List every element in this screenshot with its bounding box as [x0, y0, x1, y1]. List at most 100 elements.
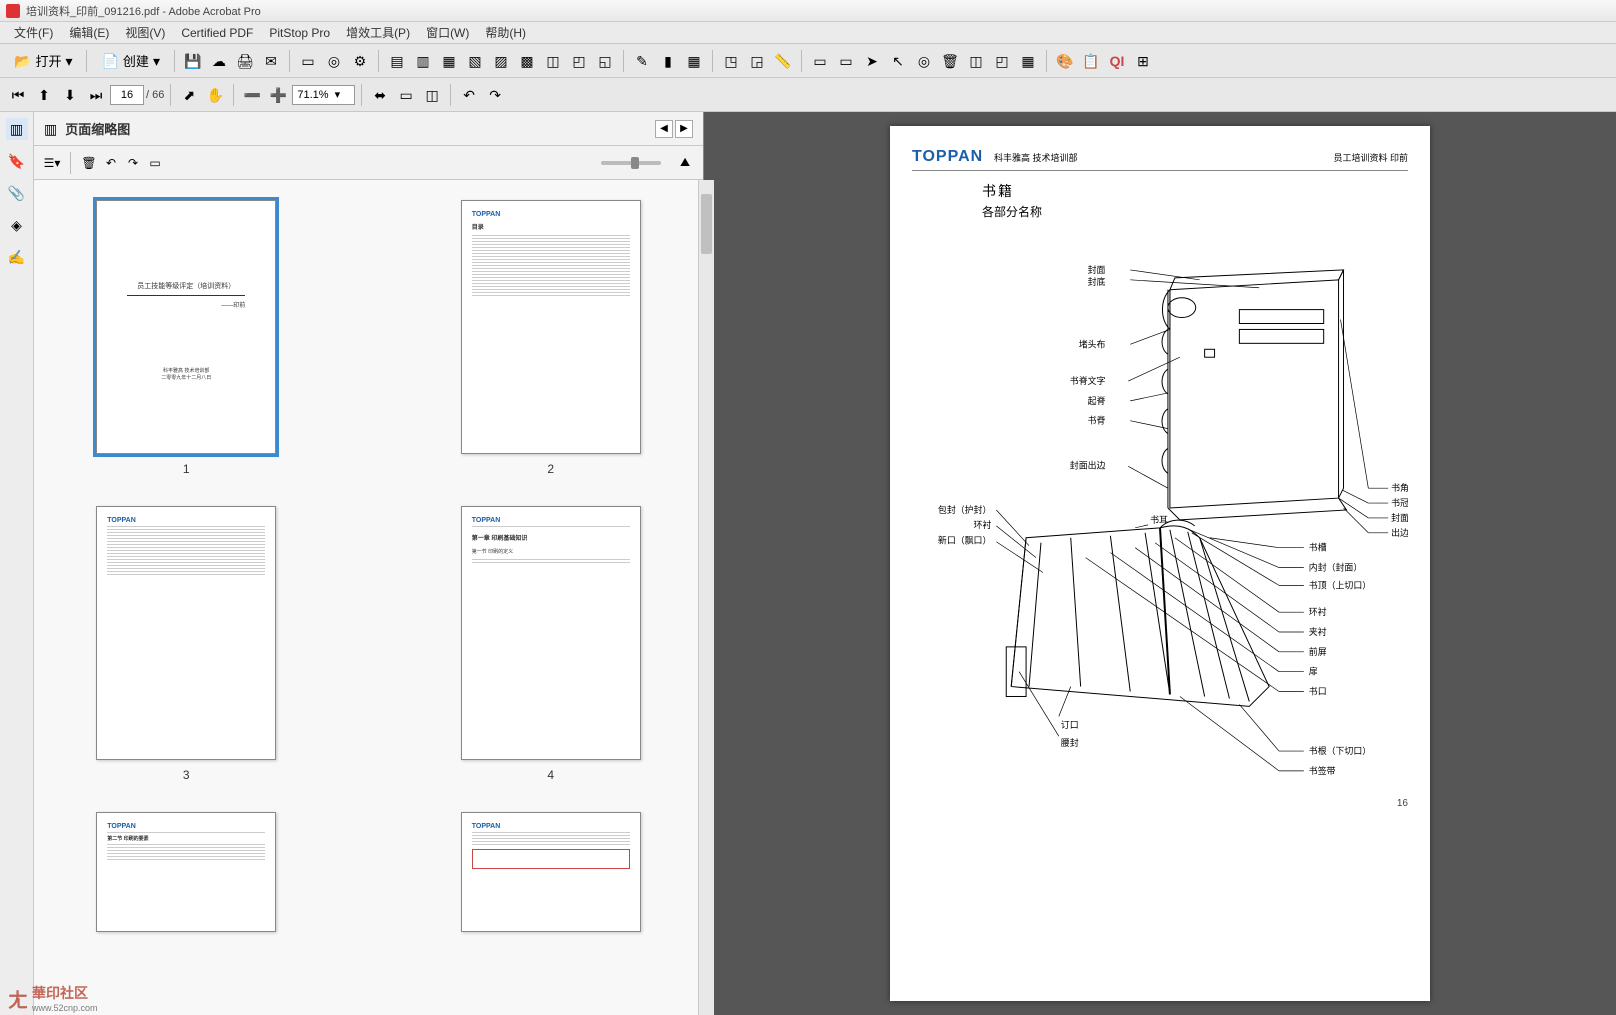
thumb-view-button[interactable]: ⛰ [677, 155, 693, 171]
thumbnail-size-slider[interactable] [601, 161, 661, 165]
scrollbar-thumb[interactable] [701, 194, 712, 254]
tool-btn-25[interactable]: ◫ [964, 49, 988, 73]
tool-btn-14[interactable]: ▮ [656, 49, 680, 73]
create-button[interactable]: 📄创建▾ [93, 48, 167, 73]
thumbnails-scroll[interactable]: 员工技能等级评定（培训资料） ——印前 科丰雅高 技术培训部 二零零九年十二月八… [34, 180, 703, 1015]
undo-icon: ↶ [463, 88, 475, 102]
tool-btn-12[interactable]: ◱ [593, 49, 617, 73]
open-button[interactable]: 📂打开▾ [6, 48, 80, 73]
thumbnail-item[interactable]: TOPPAN 第二节 印刷的要素 [54, 812, 319, 932]
tool-btn-21[interactable]: ➤ [860, 49, 884, 73]
tool-btn-20[interactable]: ▭ [834, 49, 858, 73]
tool-btn-9[interactable]: ▩ [515, 49, 539, 73]
delete-page-button[interactable]: 🗑 [81, 155, 97, 171]
thumbnail-page-3[interactable]: TOPPAN [96, 506, 276, 760]
two-page-button[interactable]: ◫ [420, 83, 444, 107]
grid-icon: ▦ [687, 54, 700, 68]
undo-button[interactable]: ↶ [457, 83, 481, 107]
thumbnail-page-6[interactable]: TOPPAN [461, 812, 641, 932]
thumbnail-item[interactable]: 员工技能等级评定（培训资料） ——印前 科丰雅高 技术培训部 二零零九年十二月八… [54, 200, 319, 476]
bookmarks-tab[interactable]: 🔖 [6, 150, 28, 172]
tool-btn-26[interactable]: ◰ [990, 49, 1014, 73]
tool-btn-28[interactable]: 🎨 [1053, 49, 1077, 73]
tool-btn-13[interactable]: ✎ [630, 49, 654, 73]
panel-prev-button[interactable]: ◀ [655, 120, 673, 138]
next-page-button[interactable]: ⬇ [58, 83, 82, 107]
select-tool-button[interactable]: ⬈ [177, 83, 201, 107]
svg-text:扉: 扉 [1309, 666, 1318, 677]
layers-tab[interactable]: ◈ [6, 214, 28, 236]
tool-icon: ▭ [813, 54, 826, 68]
first-page-button[interactable]: ⏮ [6, 83, 30, 107]
thumbnail-item[interactable]: TOPPAN 目录 2 [419, 200, 684, 476]
document-viewer[interactable]: TOPPAN 科丰雅高 技术培训部 员工培训资料 印前 书籍 各部分名称 [704, 112, 1616, 1015]
thumbnails-toolbar: ☰▾ 🗑 ↶ ↷ ▭ ⛰ [34, 146, 703, 180]
thumbnail-page-5[interactable]: TOPPAN 第二节 印刷的要素 [96, 812, 276, 932]
tool-btn-11[interactable]: ◰ [567, 49, 591, 73]
tool-btn-31[interactable]: ⊞ [1131, 49, 1155, 73]
thumbnails-scrollbar[interactable] [698, 180, 714, 1015]
tool-btn-6[interactable]: ▦ [437, 49, 461, 73]
zoom-in-button[interactable]: ➕ [266, 83, 290, 107]
tool-btn-7[interactable]: ▧ [463, 49, 487, 73]
thumbnail-item[interactable]: TOPPAN 第一章 印刷基础知识 第一节 印刷的定义 4 [419, 506, 684, 782]
tool-btn-29[interactable]: 📋 [1079, 49, 1103, 73]
prev-page-button[interactable]: ⬆ [32, 83, 56, 107]
doc-icon: ◫ [546, 54, 559, 68]
tool-btn-16[interactable]: ◳ [719, 49, 743, 73]
last-page-button[interactable]: ⏭ [84, 83, 108, 107]
tool-btn-1[interactable]: ▭ [296, 49, 320, 73]
options-button[interactable]: ☰▾ [44, 155, 60, 171]
tool-btn-10[interactable]: ◫ [541, 49, 565, 73]
tool-btn-24[interactable]: 🗑 [938, 49, 962, 73]
menu-edit[interactable]: 编辑(E) [61, 22, 117, 43]
menu-pitstop[interactable]: PitStop Pro [261, 24, 338, 42]
attachments-tab[interactable]: 📎 [6, 182, 28, 204]
redo-button[interactable]: ↷ [483, 83, 507, 107]
print-button[interactable]: 🖨 [233, 49, 257, 73]
tool-btn-22[interactable]: ↖ [886, 49, 910, 73]
signatures-tab[interactable]: ✍ [6, 246, 28, 268]
export-button[interactable]: ☁ [207, 49, 231, 73]
menu-file[interactable]: 文件(F) [6, 22, 61, 43]
tool-btn-5[interactable]: ▥ [411, 49, 435, 73]
tool-btn-18[interactable]: 📏 [771, 49, 795, 73]
menu-view[interactable]: 视图(V) [117, 22, 173, 43]
extract-button[interactable]: ▭ [147, 155, 163, 171]
menu-certified-pdf[interactable]: Certified PDF [173, 24, 261, 42]
tool-btn-23[interactable]: ◎ [912, 49, 936, 73]
panel-next-button[interactable]: ▶ [675, 120, 693, 138]
thumbnail-item[interactable]: TOPPAN [419, 812, 684, 932]
menu-help[interactable]: 帮助(H) [477, 22, 534, 43]
tool-btn-8[interactable]: ▨ [489, 49, 513, 73]
menubar: 文件(F) 编辑(E) 视图(V) Certified PDF PitStop … [0, 22, 1616, 44]
page-number-input[interactable] [110, 85, 144, 105]
content-area: ▥ 🔖 📎 ◈ ✍ ▥ 页面缩略图 ◀ ▶ ☰▾ 🗑 ↶ ↷ ▭ ⛰ [0, 112, 1616, 1015]
zoom-out-button[interactable]: ➖ [240, 83, 264, 107]
thumbnail-item[interactable]: TOPPAN 3 [54, 506, 319, 782]
rotate-left-button[interactable]: ↶ [103, 155, 119, 171]
zoom-select[interactable]: 71.1%▾ [292, 85, 355, 105]
menu-window[interactable]: 窗口(W) [418, 22, 477, 43]
tool-btn-19[interactable]: ▭ [808, 49, 832, 73]
thumbnails-tab[interactable]: ▥ [6, 118, 28, 140]
thumbnail-page-4[interactable]: TOPPAN 第一章 印刷基础知识 第一节 印刷的定义 [461, 506, 641, 760]
fit-width-button[interactable]: ⬌ [368, 83, 392, 107]
tool-btn-17[interactable]: ◲ [745, 49, 769, 73]
hand-tool-button[interactable]: ✋ [203, 83, 227, 107]
tool-btn-30[interactable]: QI [1105, 49, 1129, 73]
tool-btn-3[interactable]: ⚙ [348, 49, 372, 73]
email-button[interactable]: ✉ [259, 49, 283, 73]
rotate-right-button[interactable]: ↷ [125, 155, 141, 171]
tool-btn-4[interactable]: ▤ [385, 49, 409, 73]
tool-icon: ◰ [995, 54, 1008, 68]
svg-text:内封（封面）: 内封（封面） [1309, 561, 1362, 572]
tool-btn-2[interactable]: ◎ [322, 49, 346, 73]
thumbnail-page-2[interactable]: TOPPAN 目录 [461, 200, 641, 454]
fit-page-button[interactable]: ▭ [394, 83, 418, 107]
tool-btn-27[interactable]: ▦ [1016, 49, 1040, 73]
save-button[interactable]: 💾 [181, 49, 205, 73]
menu-plugins[interactable]: 增效工具(P) [338, 22, 418, 43]
tool-btn-15[interactable]: ▦ [682, 49, 706, 73]
thumbnail-page-1[interactable]: 员工技能等级评定（培训资料） ——印前 科丰雅高 技术培训部 二零零九年十二月八… [96, 200, 276, 454]
